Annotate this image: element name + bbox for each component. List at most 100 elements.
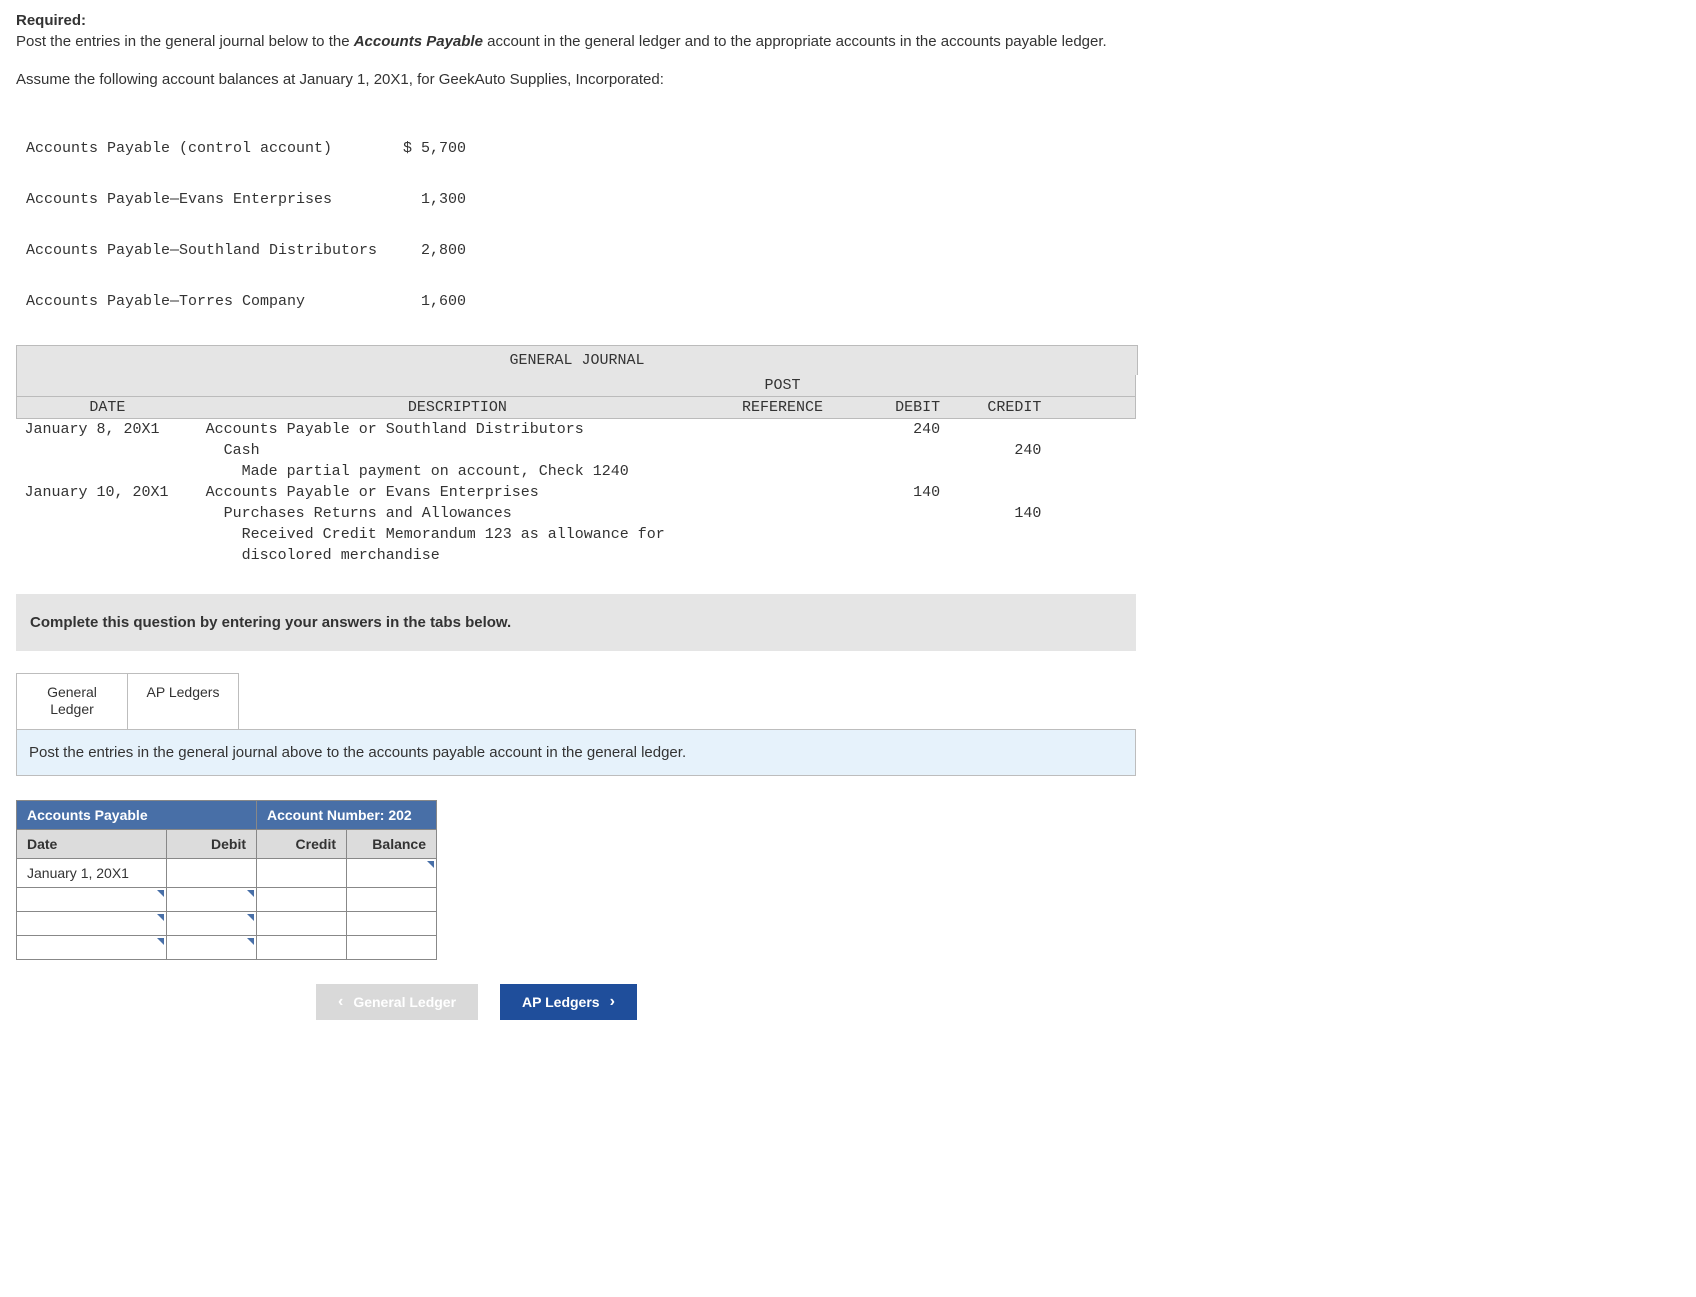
journal-description: Accounts Payable or Southland Distributo…	[198, 418, 717, 440]
chevron-right-icon: ›	[610, 994, 615, 1010]
ledger-account-number: Account Number: 202	[257, 800, 437, 829]
journal-date	[17, 503, 198, 524]
ledger-credit-cell	[257, 858, 347, 887]
journal-header-date: DATE	[17, 396, 198, 418]
journal-post-ref	[717, 461, 848, 482]
ledger-date-cell: January 1, 20X1	[17, 858, 167, 887]
tab-label-line2: Ledger	[50, 701, 94, 717]
journal-debit	[848, 461, 948, 482]
journal-description: discolored merchandise	[198, 545, 717, 566]
ledger-row: January 1, 20X1	[17, 858, 437, 887]
nav-buttons: ‹ General Ledger AP Ledgers ›	[316, 984, 1680, 1020]
journal-credit	[948, 545, 1049, 566]
journal-credit	[948, 482, 1049, 503]
assume-text: Assume the following account balances at…	[16, 71, 1680, 88]
dropdown-triangle-icon	[247, 938, 254, 945]
journal-header-description: DESCRIPTION	[198, 396, 717, 418]
journal-date: January 10, 20X1	[17, 482, 198, 503]
dropdown-triangle-icon	[157, 890, 164, 897]
dropdown-triangle-icon	[247, 914, 254, 921]
journal-description: Cash	[198, 440, 717, 461]
journal-date	[17, 545, 198, 566]
ledger-row	[17, 935, 437, 959]
ledger-col-date: Date	[17, 829, 167, 858]
journal-header-debit: DEBIT	[848, 396, 948, 418]
prev-button[interactable]: ‹ General Ledger	[316, 984, 478, 1020]
dropdown-triangle-icon	[427, 861, 434, 868]
prev-label: General Ledger	[353, 994, 456, 1010]
journal-row: Received Credit Memorandum 123 as allowa…	[17, 524, 1136, 545]
ledger-col-balance: Balance	[347, 829, 437, 858]
balance-label: Accounts Payable—Torres Company	[26, 293, 386, 310]
tab-instruction: Post the entries in the general journal …	[16, 729, 1136, 776]
journal-date	[17, 461, 198, 482]
journal-row: Purchases Returns and Allowances 140	[17, 503, 1136, 524]
journal-date	[17, 440, 198, 461]
balance-amount: $ 5,700	[386, 140, 466, 157]
ledger-section: Accounts Payable Account Number: 202 Dat…	[16, 800, 1680, 960]
dropdown-triangle-icon	[247, 890, 254, 897]
balance-amount: 2,800	[386, 242, 466, 259]
dropdown-triangle-icon	[157, 914, 164, 921]
journal-debit	[848, 545, 948, 566]
journal-row: discolored merchandise	[17, 545, 1136, 566]
next-label: AP Ledgers	[522, 994, 600, 1010]
ledger-date-input[interactable]	[17, 887, 167, 911]
journal-row: January 8, 20X1Accounts Payable or South…	[17, 418, 1136, 440]
intro-text: Post the entries in the general journal …	[16, 31, 1680, 53]
ledger-balance-cell	[347, 935, 437, 959]
ledger-date-input[interactable]	[17, 935, 167, 959]
next-button[interactable]: AP Ledgers ›	[500, 984, 637, 1020]
tab-general-ledger[interactable]: General Ledger	[16, 673, 128, 729]
general-journal: GENERAL JOURNAL POST DATE DESCRIPTION RE…	[16, 345, 1680, 566]
journal-post-ref	[717, 482, 848, 503]
balance-amount: 1,300	[386, 191, 466, 208]
journal-description: Made partial payment on account, Check 1…	[198, 461, 717, 482]
journal-description: Accounts Payable or Evans Enterprises	[198, 482, 717, 503]
journal-row: January 10, 20X1Accounts Payable or Evan…	[17, 482, 1136, 503]
ledger-row	[17, 911, 437, 935]
ledger-debit-input[interactable]	[167, 911, 257, 935]
intro-post: account in the general ledger and to the…	[483, 33, 1107, 50]
journal-debit: 140	[848, 482, 948, 503]
journal-credit	[948, 461, 1049, 482]
ledger-balance-cell	[347, 887, 437, 911]
journal-post-ref	[717, 440, 848, 461]
journal-table: POST DATE DESCRIPTION REFERENCE DEBIT CR…	[16, 375, 1136, 566]
ledger-date-input[interactable]	[17, 911, 167, 935]
ledger-col-credit: Credit	[257, 829, 347, 858]
journal-post-ref	[717, 503, 848, 524]
balance-label: Accounts Payable—Southland Distributors	[26, 242, 386, 259]
ledger-title: Accounts Payable	[17, 800, 257, 829]
dropdown-triangle-icon	[157, 938, 164, 945]
journal-description: Purchases Returns and Allowances	[198, 503, 717, 524]
journal-debit	[848, 503, 948, 524]
ledger-credit-cell	[257, 911, 347, 935]
journal-post-ref	[717, 418, 848, 440]
ledger-credit-cell	[257, 935, 347, 959]
intro-pre: Post the entries in the general journal …	[16, 33, 354, 50]
journal-header-credit: CREDIT	[948, 396, 1049, 418]
tab-ap-ledgers[interactable]: AP Ledgers	[128, 673, 239, 729]
ledger-debit-cell	[167, 858, 257, 887]
journal-header-post-top: POST	[717, 375, 848, 397]
tabs: General Ledger AP Ledgers Post the entri…	[16, 673, 1136, 776]
tab-label-line1: General	[47, 684, 97, 700]
journal-row: Made partial payment on account, Check 1…	[17, 461, 1136, 482]
balance-amount: 1,600	[386, 293, 466, 310]
ledger-table: Accounts Payable Account Number: 202 Dat…	[16, 800, 437, 960]
ledger-debit-input[interactable]	[167, 935, 257, 959]
journal-credit: 140	[948, 503, 1049, 524]
journal-post-ref	[717, 524, 848, 545]
journal-row: Cash240	[17, 440, 1136, 461]
journal-date: January 8, 20X1	[17, 418, 198, 440]
journal-debit: 240	[848, 418, 948, 440]
required-heading: Required:	[16, 12, 1680, 29]
journal-header-post-bottom: REFERENCE	[717, 396, 848, 418]
balance-label: Accounts Payable (control account)	[26, 140, 386, 157]
ledger-debit-input[interactable]	[167, 887, 257, 911]
ledger-balance-cell	[347, 911, 437, 935]
journal-title: GENERAL JOURNAL	[16, 345, 1138, 375]
instruction-bar: Complete this question by entering your …	[16, 594, 1136, 651]
ledger-balance-input[interactable]	[347, 858, 437, 887]
